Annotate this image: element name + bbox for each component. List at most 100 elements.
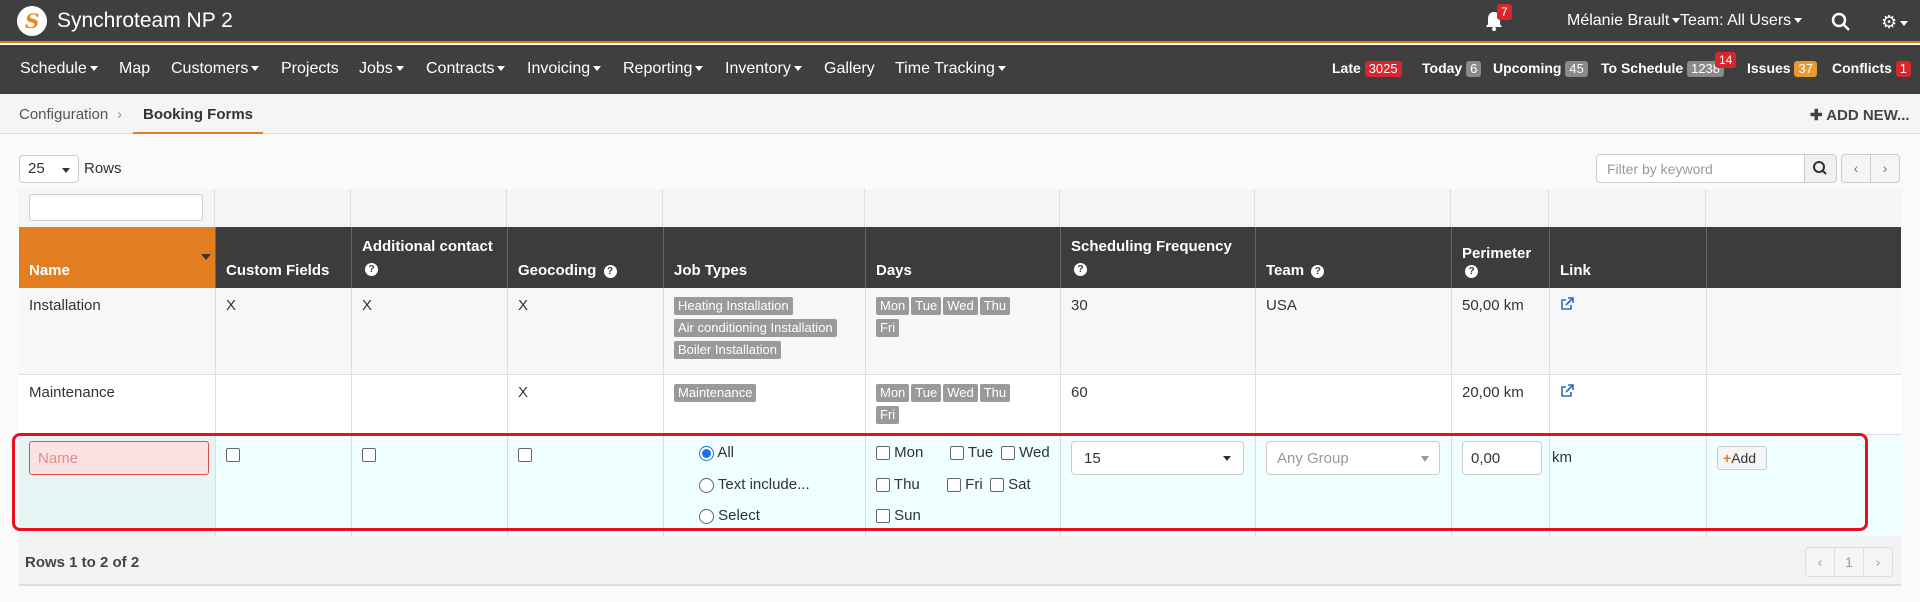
perimeter-input[interactable]: 0,00 (1462, 441, 1542, 475)
stat-today[interactable]: Today 6 (1422, 60, 1482, 77)
radio-unselected (699, 508, 714, 524)
current-page[interactable]: 1 (1834, 547, 1864, 577)
sort-desc-icon (201, 254, 211, 260)
nav-customers[interactable]: Customers (171, 60, 260, 78)
chevron-right-icon: › (1882, 160, 1888, 176)
nav-map[interactable]: Map (119, 60, 150, 78)
header-job-types[interactable]: Job Types (663, 227, 865, 288)
nav-contracts[interactable]: Contracts (426, 60, 506, 78)
day-mon-checkbox[interactable]: Mon (876, 444, 923, 461)
app-title[interactable]: Synchroteam NP 2 (57, 9, 233, 33)
table-row[interactable]: Maintenance X Maintenance Mon Tue Wed Thu Fr… (19, 375, 1901, 435)
help-icon[interactable]: ? (365, 262, 378, 276)
gear-icon: ⚙ (1881, 12, 1898, 32)
nav-time-tracking[interactable]: Time Tracking (895, 60, 1006, 78)
user-menu[interactable]: Mélanie Brault (1567, 12, 1681, 30)
row-link (1549, 288, 1706, 374)
stat-to-schedule[interactable]: To Schedule 1238 (1601, 60, 1725, 77)
breadcrumb-booking-forms: Booking Forms (133, 94, 264, 134)
help-icon[interactable]: ? (1465, 264, 1478, 278)
prev-page-button[interactable]: ‹ (1841, 154, 1871, 183)
geocoding-checkbox[interactable] (518, 448, 532, 463)
nav-projects[interactable]: Projects (281, 60, 339, 78)
stat-issues[interactable]: Issues 37 (1747, 60, 1817, 77)
radio-unselected (699, 477, 714, 493)
help-icon[interactable]: ? (1074, 262, 1087, 276)
row-actions (1706, 375, 1901, 434)
row-name: Maintenance (29, 384, 115, 401)
row-days: Mon Tue Wed Thu Fri (865, 375, 1060, 434)
header-actions (1706, 227, 1901, 288)
name-filter-input[interactable] (29, 194, 203, 221)
day-sun-checkbox[interactable]: Sun (876, 507, 921, 524)
row-job-types: Maintenance (663, 375, 865, 434)
search-icon[interactable] (1831, 12, 1851, 32)
table-row[interactable]: Installation X X X Heating Installation … (19, 288, 1901, 375)
frequency-select[interactable]: 15 (1071, 441, 1244, 475)
row-link (1549, 375, 1706, 434)
settings-menu[interactable]: ⚙ (1881, 12, 1909, 33)
day-wed-checkbox[interactable]: Wed (1001, 444, 1050, 461)
nav-jobs[interactable]: Jobs (359, 60, 404, 78)
job-type-select-option[interactable]: Select (699, 507, 760, 524)
nav-gallery[interactable]: Gallery (824, 60, 875, 78)
add-new-button[interactable]: ✚ ADD NEW... (1810, 106, 1910, 124)
header-link: Link (1549, 227, 1706, 288)
row-geocoding: X (507, 288, 663, 374)
header-team[interactable]: Team ? (1255, 227, 1451, 288)
new-name-input[interactable]: Name (29, 441, 209, 475)
nav-inventory[interactable]: Inventory (725, 60, 802, 78)
header-days[interactable]: Days (865, 227, 1060, 288)
nav-schedule[interactable]: Schedule (20, 60, 98, 78)
column-filter-row (19, 189, 1901, 227)
stat-conflicts[interactable]: Conflicts 1 (1832, 60, 1912, 77)
header-scheduling-frequency[interactable]: Scheduling Frequency? (1060, 227, 1255, 288)
team-group-select[interactable]: Any Group (1266, 441, 1440, 475)
header-additional-contact[interactable]: Additional contact? (351, 227, 507, 288)
header-custom-fields[interactable]: Custom Fields (215, 227, 351, 288)
day-tue-checkbox[interactable]: Tue (950, 444, 993, 461)
team-menu[interactable]: Team: All Users (1680, 12, 1803, 30)
late-count-badge: 3025 (1364, 61, 1402, 77)
job-type-text-include-option[interactable]: Text include... (699, 476, 810, 493)
footer-next-button[interactable]: › (1863, 547, 1893, 577)
job-type-all-option[interactable]: All (699, 444, 734, 461)
help-icon[interactable]: ? (1311, 264, 1325, 278)
custom-fields-checkbox[interactable] (226, 448, 240, 463)
additional-contact-checkbox[interactable] (362, 448, 376, 463)
upcoming-count-badge: 45 (1565, 61, 1588, 77)
chevron-left-icon: ‹ (1853, 160, 1859, 176)
nav-invoicing[interactable]: Invoicing (527, 60, 602, 78)
breadcrumb: Configuration › Booking Forms ✚ ADD NEW.… (0, 94, 1920, 134)
day-thu-checkbox[interactable]: Thu (876, 476, 920, 493)
main-nav: Schedule Map Customers Projects Jobs Con… (0, 45, 1920, 94)
breadcrumb-configuration[interactable]: Configuration (19, 106, 108, 123)
keyword-filter-input[interactable]: Filter by keyword (1596, 154, 1805, 183)
rows-per-page-select[interactable]: 25 (19, 155, 79, 183)
day-tag: Thu (979, 384, 1011, 402)
job-type-tag: Maintenance (674, 384, 757, 402)
day-fri-checkbox[interactable]: Fri (947, 476, 983, 493)
nav-reporting[interactable]: Reporting (623, 60, 704, 78)
app-logo[interactable]: S (17, 6, 47, 36)
header-name[interactable]: Name (19, 227, 215, 288)
external-link-icon[interactable] (1560, 297, 1574, 311)
add-button[interactable]: +Add (1717, 446, 1767, 470)
add-booking-form-row: Name All Text include... Select Mon Tue … (19, 435, 1901, 541)
row-actions (1706, 288, 1901, 374)
header-geocoding[interactable]: Geocoding ? (507, 227, 663, 288)
row-days: Mon Tue Wed Thu Fri (865, 288, 1060, 374)
stat-late[interactable]: Late 3025 (1332, 60, 1402, 77)
next-page-button[interactable]: › (1870, 154, 1900, 183)
header-perimeter[interactable]: Perimeter ? (1451, 227, 1549, 288)
new-job-types-cell: All Text include... Select (663, 435, 865, 540)
day-sat-checkbox[interactable]: Sat (990, 476, 1031, 493)
filter-search-button[interactable] (1804, 154, 1837, 183)
help-icon[interactable]: ? (603, 264, 617, 278)
to-schedule-new-badge: 14 (1715, 52, 1737, 68)
chevron-down-icon (395, 66, 404, 72)
stat-upcoming[interactable]: Upcoming 45 (1493, 60, 1588, 77)
row-custom-fields (215, 375, 351, 434)
footer-prev-button[interactable]: ‹ (1805, 547, 1835, 577)
external-link-icon[interactable] (1560, 384, 1574, 398)
